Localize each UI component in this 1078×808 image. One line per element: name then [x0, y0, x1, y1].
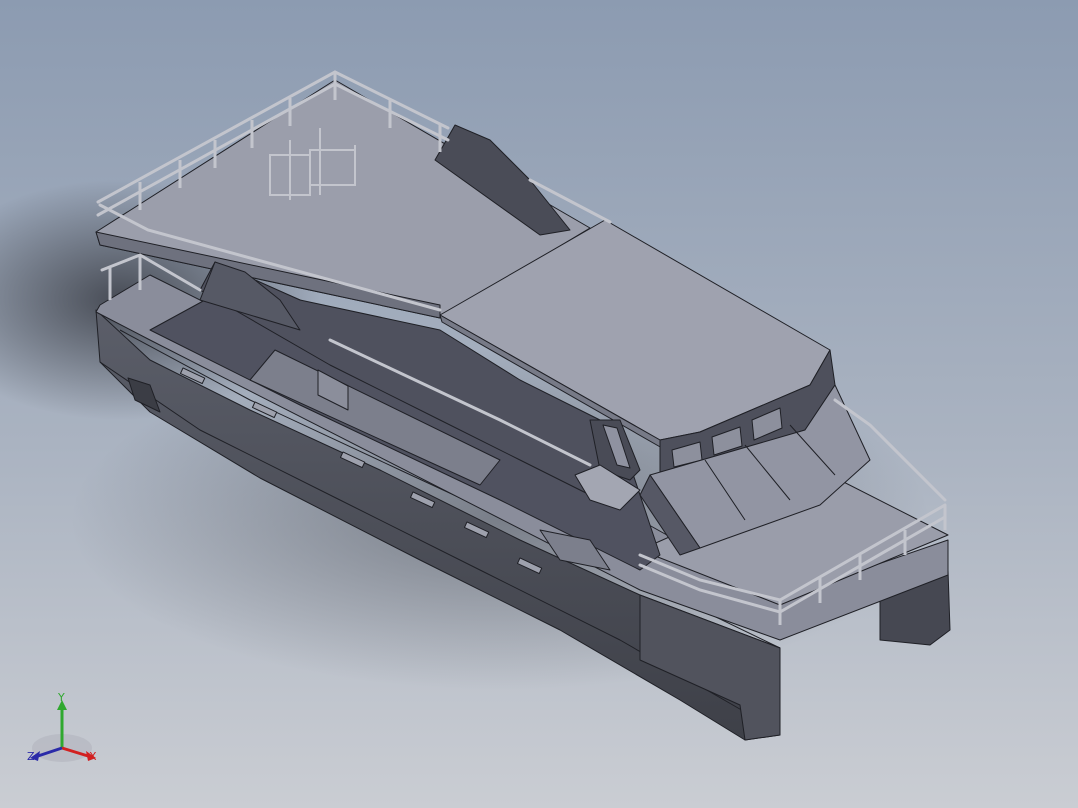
triad-z-label: Z [27, 750, 35, 763]
catamaran-model-render[interactable] [0, 0, 1078, 808]
orientation-triad[interactable]: Y X Z [22, 692, 106, 772]
graphics-viewport[interactable]: Y X Z [0, 0, 1078, 808]
triad-y-label: Y [58, 691, 65, 704]
triad-x-label: X [89, 750, 97, 763]
